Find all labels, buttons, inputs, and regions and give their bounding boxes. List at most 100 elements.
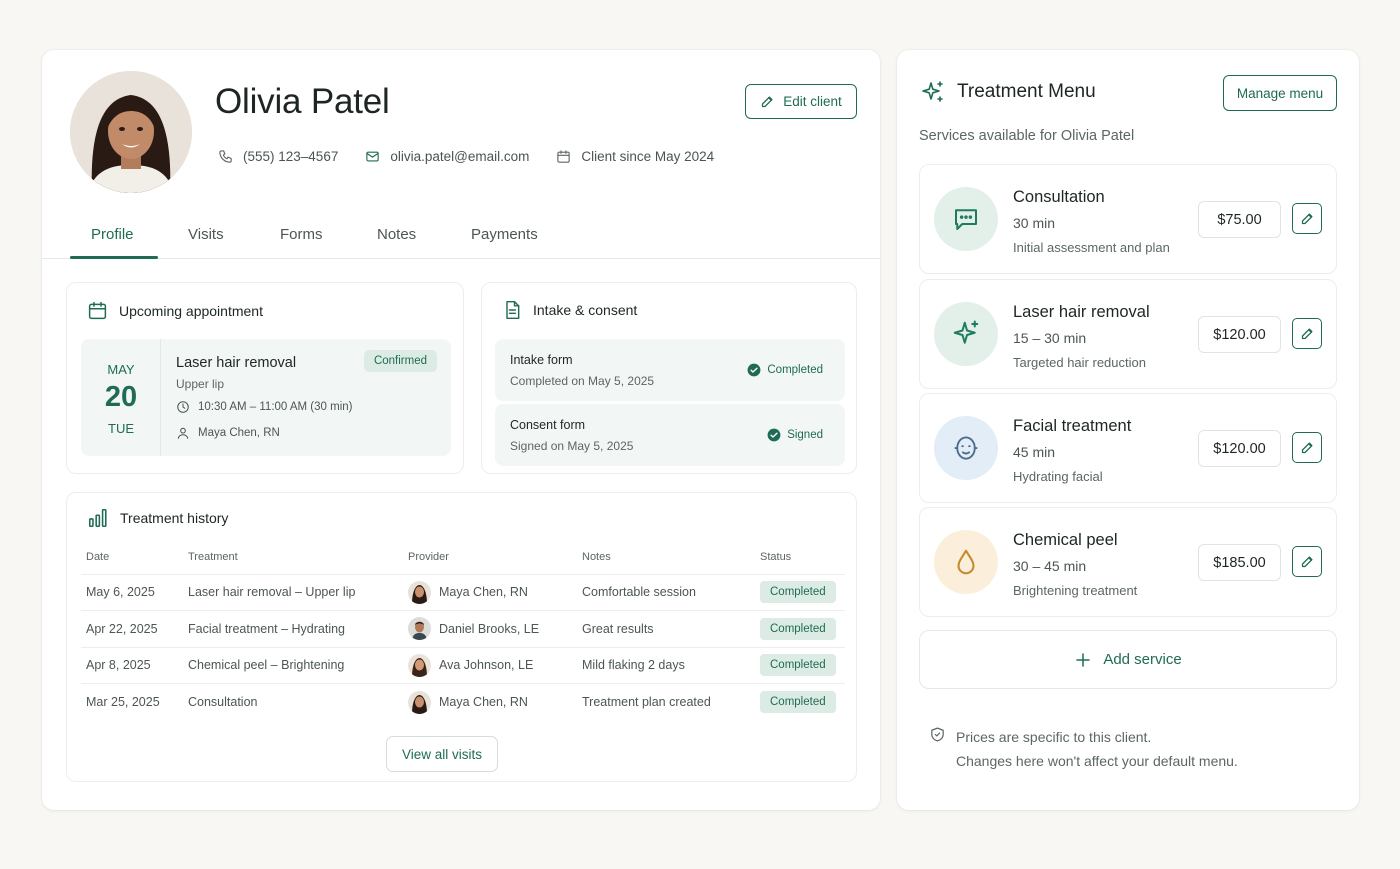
consent-form-title: Consent form <box>510 418 586 432</box>
service-duration: 15 – 30 min <box>1013 330 1087 346</box>
service-price-field[interactable]: $75.00 <box>1198 201 1281 238</box>
appointment-time: 10:30 AM – 11:00 AM (30 min) <box>176 400 352 414</box>
edit-service-button[interactable] <box>1292 546 1322 577</box>
service-item-consultation[interactable]: Consultation 30 min Initial assessment a… <box>919 164 1337 274</box>
service-price-field[interactable]: $120.00 <box>1198 316 1281 353</box>
pricing-note-line2: Changes here won't affect your default m… <box>956 753 1238 769</box>
row-provider: Daniel Brooks, LE <box>403 610 577 647</box>
row-status: Completed <box>755 683 845 720</box>
consent-form-item[interactable]: Consent form Signed on May 5, 2025 Signe… <box>495 404 845 466</box>
row-notes: Comfortable session <box>577 573 755 611</box>
consent-form-status-text: Signed <box>787 429 823 441</box>
table-row[interactable]: May 6, 2025 Laser hair removal – Upper l… <box>81 573 845 611</box>
row-status: Completed <box>755 610 845 647</box>
client-since-text: Client since May 2024 <box>581 149 715 164</box>
profile-tabs: Profile Visits Forms Notes Payments <box>42 208 880 259</box>
appointment-title: Laser hair removal <box>176 355 297 371</box>
upcoming-appointment-panel: Upcoming appointment MAY 20 TUE Laser ha… <box>66 282 464 474</box>
pricing-note: Prices are specific to this client. Chan… <box>929 725 1238 773</box>
edit-service-button[interactable] <box>1292 432 1322 463</box>
status-badge: Completed <box>760 654 836 677</box>
manage-menu-button[interactable]: Manage menu <box>1223 75 1337 111</box>
pencil-icon <box>1301 328 1312 340</box>
edit-service-button[interactable] <box>1292 203 1322 234</box>
row-provider: Maya Chen, RN <box>403 683 577 720</box>
service-duration: 30 min <box>1013 215 1056 231</box>
treatment-menu-subtitle: Services available for Olivia Patel <box>919 128 1135 144</box>
pencil-icon <box>762 96 773 108</box>
row-date: Mar 25, 2025 <box>81 683 183 720</box>
phone-text: (555) 123–4567 <box>243 149 339 164</box>
service-description: Brightening treatment <box>1013 583 1138 598</box>
client-since: Client since May 2024 <box>556 149 714 164</box>
add-service-button[interactable]: Add service <box>919 630 1337 689</box>
provider-avatar <box>408 653 431 677</box>
check-circle-icon <box>767 428 781 442</box>
clock-icon <box>177 401 189 413</box>
col-provider: Provider <box>408 551 449 564</box>
contact-info: (555) 123–4567 olivia.patel@email.com Cl… <box>218 149 741 164</box>
appointment-time-text: 10:30 AM – 11:00 AM (30 min) <box>198 401 353 413</box>
service-price-field[interactable]: $185.00 <box>1198 544 1281 581</box>
view-all-visits-button[interactable]: View all visits <box>386 736 498 772</box>
tab-notes[interactable]: Notes <box>377 226 416 243</box>
bar-chart-icon <box>88 508 107 528</box>
client-name: Olivia Patel <box>215 82 390 121</box>
service-item-chemical-peel[interactable]: Chemical peel 30 – 45 min Brightening tr… <box>919 507 1337 617</box>
table-row[interactable]: Mar 25, 2025 Consultation Maya Chen, RN … <box>81 683 845 720</box>
service-duration: 30 – 45 min <box>1013 558 1087 574</box>
tab-visits[interactable]: Visits <box>188 226 224 243</box>
sparkle-icon <box>922 81 943 102</box>
col-status: Status <box>760 551 792 564</box>
client-profile-card: Olivia Patel (555) 123–4567 olivia.patel… <box>42 50 880 810</box>
tab-profile[interactable]: Profile <box>91 226 134 243</box>
droplet-icon <box>957 549 975 575</box>
treatment-history-panel: Treatment history Date Treatment Provide… <box>66 492 857 782</box>
sparkle-icon <box>953 320 979 344</box>
pencil-icon <box>1301 213 1312 225</box>
appointment-heading-text: Upcoming appointment <box>119 302 263 319</box>
row-notes: Mild flaking 2 days <box>577 646 755 684</box>
row-status: Completed <box>755 573 845 611</box>
appointment-card[interactable]: MAY 20 TUE Laser hair removal Upper lip … <box>81 339 451 456</box>
service-item-laser-hair-removal[interactable]: Laser hair removal 15 – 30 min Targeted … <box>919 279 1337 389</box>
service-price-field[interactable]: $120.00 <box>1198 430 1281 467</box>
appointment-day: 20 <box>104 381 138 413</box>
table-row[interactable]: Apr 8, 2025 Chemical peel – Brightening … <box>81 646 845 684</box>
service-name: Consultation <box>1013 188 1105 206</box>
phone-icon <box>219 150 232 163</box>
tab-payments[interactable]: Payments <box>471 226 538 243</box>
provider-name: Maya Chen, RN <box>439 585 528 600</box>
row-date: Apr 22, 2025 <box>81 610 183 647</box>
provider-avatar <box>408 690 431 714</box>
consent-form-status: Signed <box>767 428 823 442</box>
row-date: Apr 8, 2025 <box>81 646 183 684</box>
row-provider: Maya Chen, RN <box>403 573 577 611</box>
service-description: Targeted hair reduction <box>1013 355 1146 370</box>
service-name: Chemical peel <box>1013 531 1118 549</box>
email-contact[interactable]: olivia.patel@email.com <box>365 149 529 164</box>
service-icon-wrap <box>934 530 998 594</box>
treatment-menu-title: Treatment Menu <box>957 81 1096 102</box>
provider-name: Maya Chen, RN <box>439 695 528 709</box>
service-duration: 45 min <box>1013 444 1056 460</box>
status-badge: Completed <box>760 617 836 640</box>
edit-service-button[interactable] <box>1292 318 1322 349</box>
row-status: Completed <box>755 646 845 684</box>
table-row[interactable]: Apr 22, 2025 Facial treatment – Hydratin… <box>81 610 845 647</box>
phone-contact[interactable]: (555) 123–4567 <box>218 149 338 164</box>
intake-consent-heading: Intake & consent <box>502 300 637 320</box>
consent-form-date: Signed on May 5, 2025 <box>510 439 634 453</box>
edit-client-button[interactable]: Edit client <box>745 84 857 119</box>
row-treatment: Facial treatment – Hydrating <box>183 610 403 647</box>
tab-forms[interactable]: Forms <box>280 226 323 243</box>
row-treatment: Laser hair removal – Upper lip <box>183 573 403 611</box>
history-heading-text: Treatment history <box>120 510 229 526</box>
service-item-facial-treatment[interactable]: Facial treatment 45 min Hydrating facial… <box>919 393 1337 503</box>
appointment-provider-text: Maya Chen, RN <box>198 427 280 439</box>
intake-form-item[interactable]: Intake form Completed on May 5, 2025 Com… <box>495 339 845 401</box>
treatment-history-heading: Treatment history <box>87 507 228 529</box>
calendar-icon <box>557 150 571 163</box>
row-treatment: Consultation <box>183 683 403 720</box>
intake-form-title: Intake form <box>510 353 573 367</box>
